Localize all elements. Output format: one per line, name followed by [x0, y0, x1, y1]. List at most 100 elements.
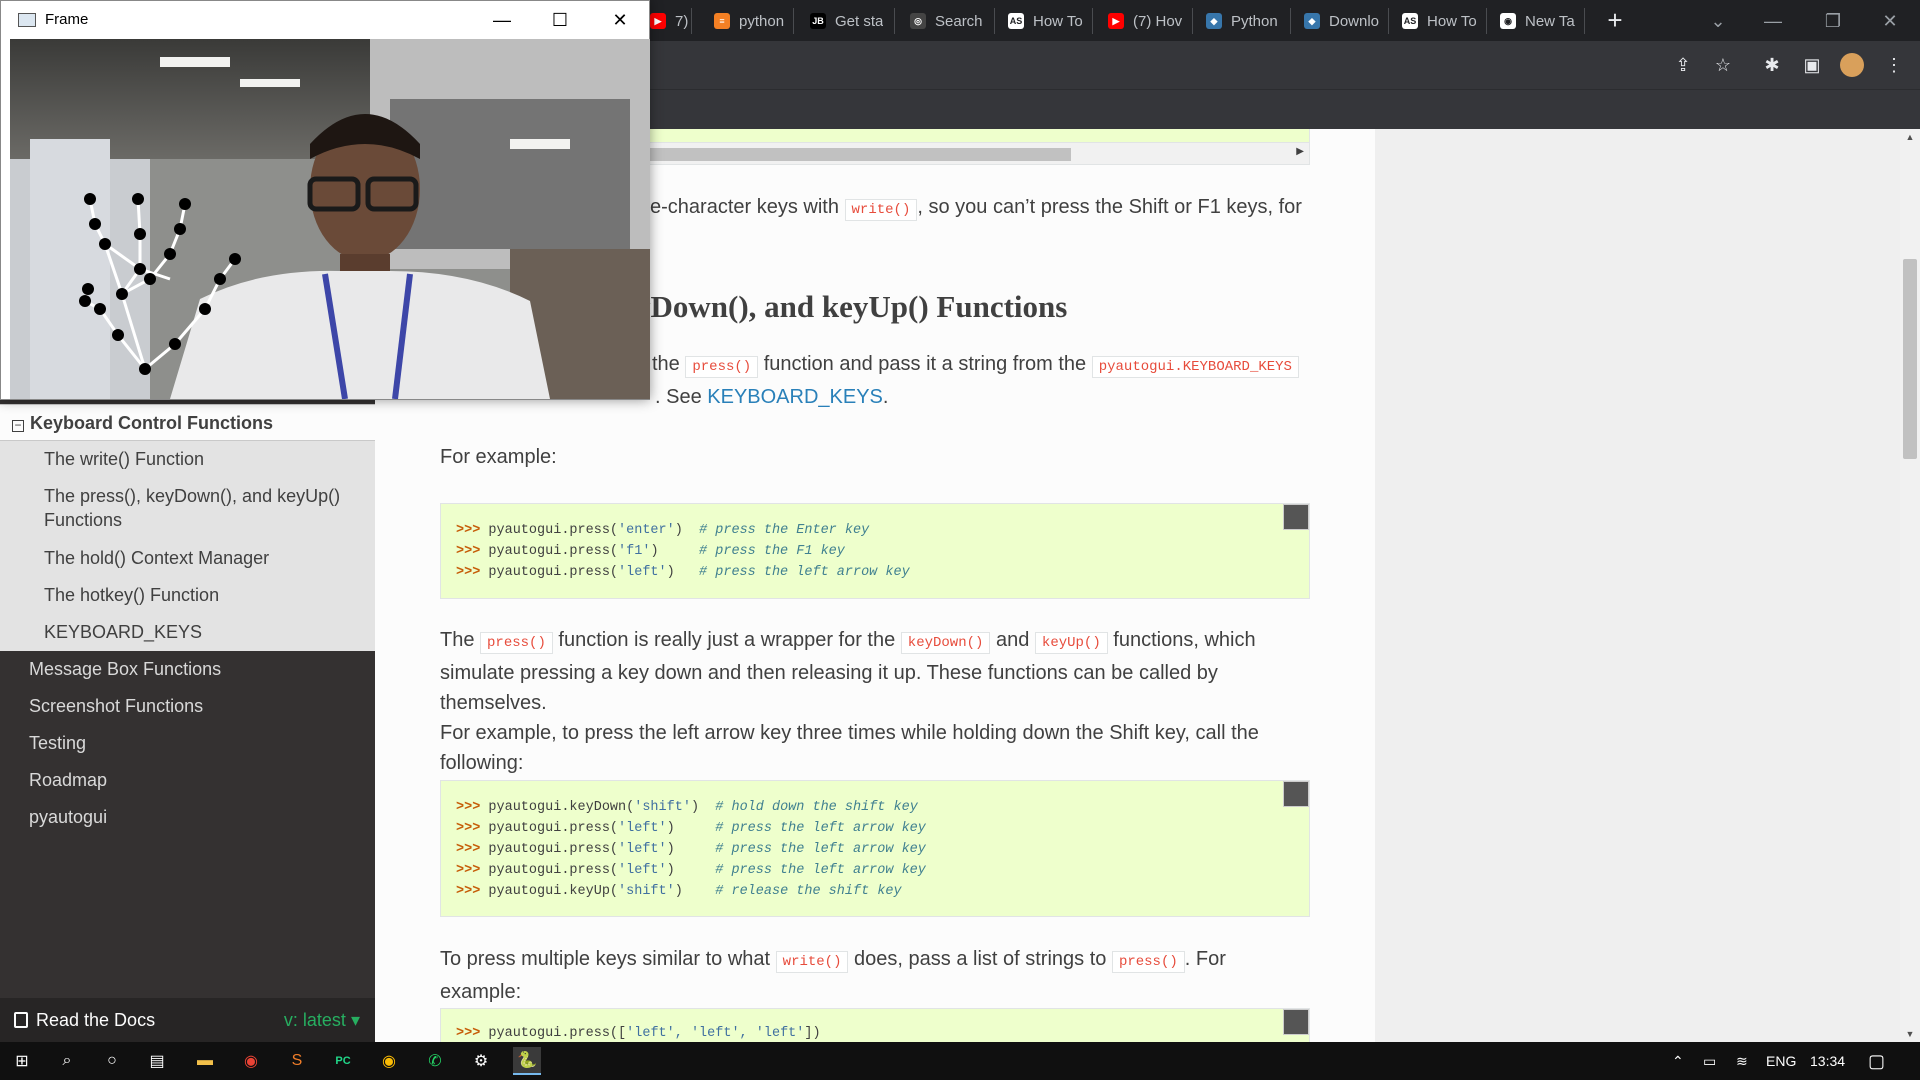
extensions-icon[interactable]: ✱	[1760, 53, 1784, 77]
tab-label: python	[739, 12, 785, 30]
sidebar-item[interactable]: Screenshot Functions	[0, 688, 375, 725]
text: e-character keys with	[650, 196, 839, 218]
chrome-icon[interactable]: ◉	[237, 1047, 265, 1075]
code-prompt: >>>	[456, 544, 489, 559]
menu-kebab-icon[interactable]: ⋮	[1882, 53, 1906, 77]
as-icon: AS	[1402, 13, 1418, 29]
page-scrollbar[interactable]: ▲ ▼	[1900, 129, 1920, 1042]
scroll-thumb[interactable]	[1903, 259, 1917, 459]
collapse-toggle-icon[interactable]: −	[12, 419, 24, 432]
text: function is really just a wrapper for th…	[558, 629, 896, 651]
browser-tab[interactable]: AS How To	[998, 8, 1093, 34]
task-view-icon[interactable]: ▤	[143, 1047, 171, 1075]
youtube-icon: ▶	[650, 13, 666, 29]
browser-close-icon[interactable]: ✕	[1870, 6, 1910, 36]
pycharm-icon[interactable]: PC	[329, 1047, 357, 1075]
copy-button[interactable]	[1283, 504, 1309, 530]
sidebar-subitem[interactable]: The press(), keyDown(), and keyUp() Func…	[0, 478, 375, 540]
inline-code: press()	[1111, 951, 1185, 973]
search-icon[interactable]: ⌕	[53, 1047, 81, 1075]
code-str: 'enter'	[618, 523, 675, 538]
code-line: >>> pyautogui.keyUp('shift') # release t…	[456, 881, 1294, 902]
browser-restore-icon[interactable]: ❐	[1813, 6, 1853, 36]
browser-tab[interactable]: ◉ New Ta	[1490, 8, 1585, 34]
scroll-up-icon[interactable]: ▲	[1900, 129, 1920, 145]
text: , so you can’t press the Shift or F1 key…	[917, 196, 1302, 218]
read-the-docs-bar[interactable]: Read the Docs v: latest ▾	[0, 998, 375, 1042]
copy-button[interactable]	[1283, 1009, 1309, 1035]
wifi-icon[interactable]: ≋	[1736, 1042, 1748, 1080]
code-hscrollbar[interactable]: ▶	[600, 143, 1310, 165]
sidebar-item[interactable]: Message Box Functions	[0, 651, 375, 688]
code-close: ])	[804, 1026, 821, 1041]
whatsapp-icon[interactable]: ✆	[421, 1047, 449, 1075]
sublime-text-icon[interactable]: S	[283, 1047, 311, 1075]
code-call: pyautogui.press(	[488, 565, 619, 580]
webcam-feed	[10, 39, 650, 399]
sidebar-item[interactable]: Roadmap	[0, 762, 375, 799]
browser-tab[interactable]: ◆ Downlo	[1294, 8, 1389, 34]
profile-avatar[interactable]	[1840, 53, 1864, 77]
text: the	[652, 353, 680, 375]
windows-start-icon[interactable]: ⊞	[8, 1047, 36, 1075]
copy-button[interactable]	[1283, 781, 1309, 807]
python-icon: ◆	[1304, 13, 1320, 29]
browser-tab[interactable]: ◎ Search	[900, 8, 995, 34]
file-explorer-icon[interactable]: ▬	[191, 1047, 219, 1075]
frame-window[interactable]: Frame — ☐ ✕	[0, 0, 650, 400]
python-app-icon[interactable]: 🐍	[513, 1047, 541, 1075]
code-str: 'f1'	[618, 544, 651, 559]
share-icon[interactable]: ⇪	[1671, 53, 1695, 77]
browser-tab[interactable]: ▶ (7) Hov	[1098, 8, 1193, 34]
scroll-right-icon[interactable]: ▶	[1296, 146, 1304, 157]
hscroll-thumb[interactable]	[601, 148, 1071, 161]
browser-minimize-icon[interactable]: —	[1753, 6, 1793, 36]
sidebar-item[interactable]: Testing	[0, 725, 375, 762]
frame-maximize-button[interactable]: ☐	[531, 1, 589, 39]
tab-search-icon[interactable]: ⌄	[1698, 6, 1738, 36]
code-close: )	[666, 863, 716, 878]
multiple-keys-paragraph: To press multiple keys similar to what w…	[440, 944, 1310, 1007]
sidebar-subitem[interactable]: KEYBOARD_KEYS	[0, 614, 375, 651]
code-line: >>> pyautogui.press('left') # press the …	[456, 860, 1294, 881]
inline-code: press()	[480, 632, 553, 654]
text: functions, which	[1113, 629, 1256, 651]
sidebar-subitem[interactable]: The hotkey() Function	[0, 577, 375, 614]
code-line: >>> pyautogui.press('left') # press the …	[456, 818, 1294, 839]
clock[interactable]: 13:34	[1810, 1042, 1845, 1080]
code-close: )	[666, 842, 716, 857]
tray-chevron-up-icon[interactable]: ⌃	[1672, 1042, 1684, 1080]
rtd-label: Read the Docs	[36, 1010, 156, 1030]
frame-minimize-button[interactable]: —	[473, 1, 531, 39]
browser-tab[interactable]: ◆ Python	[1196, 8, 1291, 34]
version-selector[interactable]: v: latest ▾	[284, 998, 360, 1042]
language-indicator[interactable]: ENG	[1766, 1042, 1796, 1080]
code-block-list: >>> pyautogui.press(['left', 'left', 'le…	[440, 1008, 1310, 1042]
sidebar-item-keyboard-control[interactable]: − Keyboard Control Functions	[0, 404, 375, 441]
frame-close-button[interactable]: ✕	[591, 1, 649, 39]
browser-tab[interactable]: JB Get sta	[800, 8, 895, 34]
settings-icon[interactable]: ⚙	[467, 1047, 495, 1075]
chrome-profile-icon[interactable]: ◉	[375, 1047, 403, 1075]
new-tab-button[interactable]: +	[1600, 6, 1630, 36]
inline-code: keyUp()	[1034, 632, 1108, 654]
sidebar-item[interactable]: pyautogui	[0, 799, 375, 836]
text: The	[440, 629, 475, 651]
keyboard-keys-link[interactable]: KEYBOARD_KEYS	[707, 386, 883, 408]
browser-tab[interactable]: AS How To	[1392, 8, 1487, 34]
notification-center-icon[interactable]: ▢	[1868, 1042, 1885, 1080]
code-comment: # release the shift key	[715, 884, 902, 899]
browser-tab[interactable]: ≡ python	[704, 8, 794, 34]
cortana-icon[interactable]: ○	[98, 1047, 126, 1075]
sidebar-subitem[interactable]: The hold() Context Manager	[0, 540, 375, 577]
inline-code: write()	[844, 199, 918, 221]
bookmark-star-icon[interactable]: ☆	[1711, 53, 1735, 77]
wrapper-paragraph: The press() function is really just a wr…	[440, 625, 1310, 778]
code-comment: # hold down the shift key	[715, 800, 918, 815]
code-call: pyautogui.press(	[488, 544, 619, 559]
sidebar-subitem[interactable]: The write() Function	[0, 441, 375, 478]
side-panel-icon[interactable]: ▣	[1800, 53, 1824, 77]
battery-icon[interactable]: ▭	[1703, 1042, 1716, 1080]
scroll-down-icon[interactable]: ▼	[1900, 1026, 1920, 1042]
code-close: )	[650, 544, 700, 559]
